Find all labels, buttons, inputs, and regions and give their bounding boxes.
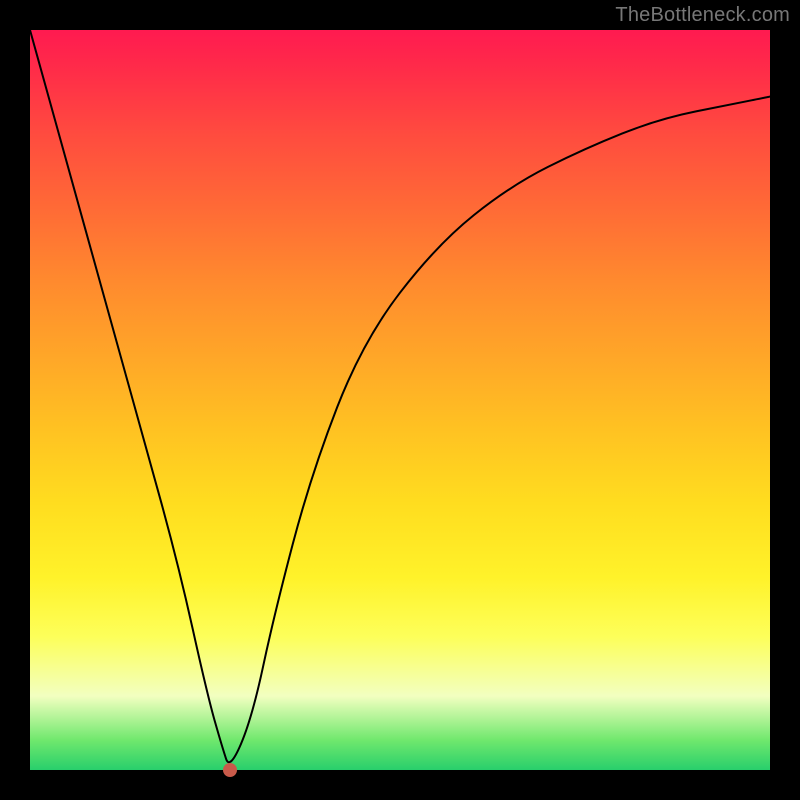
watermark-text: TheBottleneck.com — [615, 4, 790, 27]
plot-area — [30, 30, 770, 770]
chart-frame: TheBottleneck.com — [0, 0, 800, 800]
optimum-marker — [223, 763, 237, 777]
bottleneck-curve — [30, 30, 770, 762]
curve-svg — [30, 30, 770, 770]
